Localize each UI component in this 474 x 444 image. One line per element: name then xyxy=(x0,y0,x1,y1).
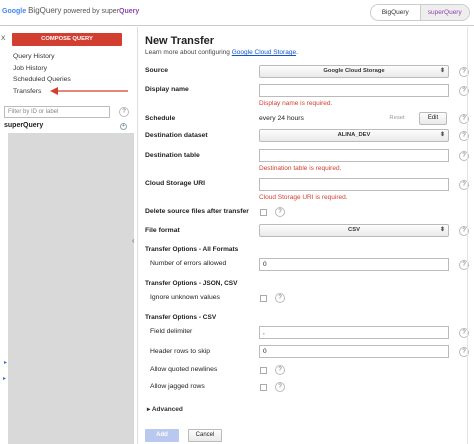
gcs-uri-label: Cloud Storage URI xyxy=(145,180,206,187)
brand-logo: Google BigQuery powered by superQuery xyxy=(2,6,139,15)
field-delimiter-label: Field delimiter xyxy=(150,328,193,335)
page-title: New Transfer xyxy=(145,35,215,47)
cancel-button[interactable]: Cancel xyxy=(188,429,222,442)
help-icon[interactable]: ? xyxy=(275,207,285,217)
header-rows-input[interactable]: 0 xyxy=(259,345,449,358)
tab-bigquery[interactable]: BigQuery xyxy=(371,5,421,20)
reset-button[interactable]: Reset xyxy=(384,112,410,124)
project-name[interactable]: superQuery xyxy=(4,122,43,129)
help-icon[interactable]: ? xyxy=(275,365,285,375)
top-bar: Google BigQuery powered by superQuery Bi… xyxy=(0,0,474,26)
file-format-select[interactable]: CSV ⬍ xyxy=(259,224,449,237)
destination-table-input[interactable] xyxy=(259,149,449,162)
schedule-value: every 24 hours xyxy=(259,115,304,122)
sidebar: X COMPOSE QUERY Query History Job Histor… xyxy=(0,27,138,444)
sidebar-item-query-history[interactable]: Query History xyxy=(13,53,55,60)
field-delimiter-input[interactable]: , xyxy=(259,326,449,339)
chevron-right-icon[interactable]: ▸ xyxy=(3,375,6,382)
new-transfer-form: New Transfer Learn more about configurin… xyxy=(139,27,474,444)
chevron-right-icon[interactable]: ▸ xyxy=(4,359,7,366)
sidebar-item-scheduled-queries[interactable]: Scheduled Queries xyxy=(13,76,71,83)
sidebar-item-job-history[interactable]: Job History xyxy=(13,65,47,72)
schedule-label: Schedule xyxy=(145,115,176,122)
destination-table-label: Destination table xyxy=(145,152,200,159)
tab-superquery[interactable]: superQuery xyxy=(420,5,469,20)
compose-query-button[interactable]: COMPOSE QUERY xyxy=(12,33,122,46)
gcs-uri-input[interactable] xyxy=(259,178,449,191)
select-caret-icon: ⬍ xyxy=(439,68,445,74)
delete-source-checkbox[interactable] xyxy=(260,209,267,216)
datasets-panel xyxy=(8,133,134,444)
section-json-csv: Transfer Options - JSON, CSV xyxy=(145,280,238,287)
file-format-label: File format xyxy=(145,227,180,234)
jagged-rows-label: Allow jagged rows xyxy=(150,383,205,390)
collapse-sidebar-icon[interactable]: ‹ xyxy=(132,236,135,245)
source-label: Source xyxy=(145,67,169,74)
divider xyxy=(467,27,468,444)
product-name: BigQuery xyxy=(28,6,62,15)
filter-input[interactable]: Filter by ID or label xyxy=(4,106,110,118)
help-icon[interactable]: ? xyxy=(119,107,129,117)
gcs-docs-link[interactable]: Google Cloud Storage xyxy=(232,49,296,56)
quoted-newlines-label: Allow quoted newlines xyxy=(150,366,218,373)
gcs-uri-error: Cloud Storage URI is required. xyxy=(259,194,348,201)
section-all-formats: Transfer Options - All Formats xyxy=(145,246,239,253)
ignore-unknown-label: Ignore unknown values xyxy=(150,294,220,301)
edit-schedule-button[interactable]: Edit xyxy=(419,112,447,125)
annotation-arrow-icon xyxy=(50,87,128,95)
ignore-unknown-checkbox[interactable] xyxy=(260,295,267,302)
errors-allowed-label: Number of errors allowed xyxy=(150,260,227,267)
help-icon[interactable]: ? xyxy=(275,382,285,392)
delete-source-label: Delete source files after transfer xyxy=(145,208,249,215)
google-wordmark: Google xyxy=(2,8,27,15)
source-select[interactable]: Google Cloud Storage ⬍ xyxy=(259,65,449,78)
display-name-error: Display name is required. xyxy=(259,100,333,107)
destination-dataset-select[interactable]: ALINA_DEV ⬍ xyxy=(259,129,449,142)
destination-dataset-label: Destination dataset xyxy=(145,132,208,139)
superquery-wordmark: Query xyxy=(119,8,140,15)
close-sidebar-button[interactable]: X xyxy=(1,35,5,42)
display-name-label: Display name xyxy=(145,86,189,93)
product-switcher: BigQuery superQuery xyxy=(370,4,470,21)
quoted-newlines-checkbox[interactable] xyxy=(260,367,267,374)
select-caret-icon: ⬍ xyxy=(439,132,445,138)
jagged-rows-checkbox[interactable] xyxy=(260,384,267,391)
add-button[interactable]: Add xyxy=(145,429,179,442)
sidebar-item-transfers[interactable]: Transfers xyxy=(13,88,41,95)
expand-toggle-icon[interactable]: + xyxy=(120,123,127,130)
destination-table-error: Destination table is required. xyxy=(259,165,342,172)
select-caret-icon: ⬍ xyxy=(439,227,445,233)
section-csv: Transfer Options - CSV xyxy=(145,314,217,321)
help-icon[interactable]: ? xyxy=(275,293,285,303)
advanced-toggle[interactable]: ▸ Advanced xyxy=(147,405,183,413)
errors-allowed-input[interactable]: 0 xyxy=(259,258,449,271)
header-rows-label: Header rows to skip xyxy=(150,348,211,355)
powered-by-text: powered by super xyxy=(63,8,120,15)
display-name-input[interactable] xyxy=(259,84,449,97)
learn-more-text: Learn more about configuring Google Clou… xyxy=(145,49,298,56)
